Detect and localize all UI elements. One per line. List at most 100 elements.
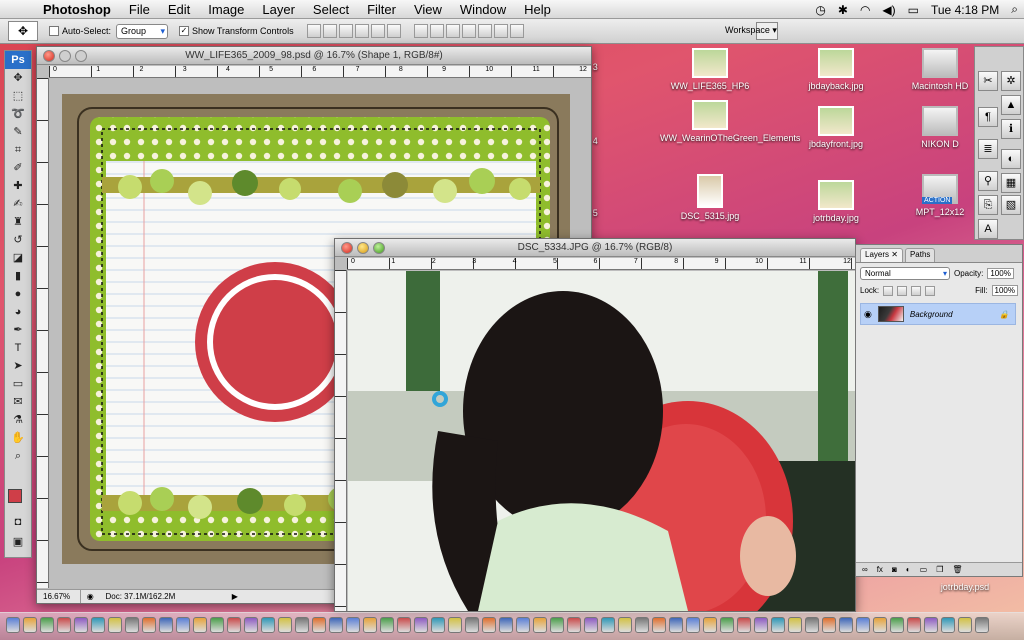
marquee-tool-icon[interactable]: ⬚ xyxy=(5,87,31,105)
brushes-icon[interactable]: ⚲ xyxy=(978,171,998,191)
document-window-photo[interactable]: DSC_5334.JPG @ 16.7% (RGB/8) 01234567891… xyxy=(334,238,856,612)
new-layer-icon[interactable]: ❐ xyxy=(936,563,943,576)
dock-app-icon[interactable] xyxy=(295,617,309,633)
healing-brush-icon[interactable]: ✚ xyxy=(5,177,31,195)
path-select-tool-icon[interactable]: ➤ xyxy=(5,357,31,375)
menu-file[interactable]: File xyxy=(120,0,159,19)
desktop-icon[interactable]: Macintosh HD xyxy=(905,48,975,91)
dock-app-icon[interactable] xyxy=(261,617,275,633)
zoom-window-icon[interactable] xyxy=(75,50,87,62)
dock-app-icon[interactable] xyxy=(380,617,394,633)
dock-app-icon[interactable] xyxy=(482,617,496,633)
status-menu-arrow-icon[interactable]: ▶ xyxy=(232,592,238,601)
dock-app-icon[interactable] xyxy=(142,617,156,633)
dock-app-icon[interactable] xyxy=(516,617,530,633)
dock-app-icon[interactable] xyxy=(159,617,173,633)
move-tool-icon[interactable]: ✥ xyxy=(5,69,31,87)
zoom-level[interactable]: 16.67% xyxy=(37,590,81,603)
dock-app-icon[interactable] xyxy=(91,617,105,633)
dock-app-icon[interactable] xyxy=(584,617,598,633)
dock-app-icon[interactable] xyxy=(363,617,377,633)
dock-app-icon[interactable] xyxy=(397,617,411,633)
show-transform-control[interactable]: ✓ Show Transform Controls xyxy=(179,26,294,37)
menu-filter[interactable]: Filter xyxy=(358,0,405,19)
desktop-icon[interactable]: NIKON D xyxy=(905,106,975,149)
desktop-icon[interactable]: DSC_5315.jpg xyxy=(660,174,760,221)
history-brush-icon[interactable]: ↺ xyxy=(5,231,31,249)
horizontal-ruler[interactable]: 0 1 2 3 4 5 6 7 8 9 10 11 12 xyxy=(49,66,591,78)
hand-tool-icon[interactable]: ✋ xyxy=(5,429,31,447)
dock-app-icon[interactable] xyxy=(227,617,241,633)
tab-paths[interactable]: Paths xyxy=(904,248,936,262)
align-top-icon[interactable] xyxy=(306,24,321,38)
distribute-vcenter-icon[interactable] xyxy=(429,24,444,38)
desktop-icon[interactable]: jotrbday.jpg xyxy=(786,180,886,223)
align-vcenter-icon[interactable] xyxy=(322,24,337,38)
info-icon[interactable]: ℹ xyxy=(1001,119,1021,139)
document-titlebar[interactable]: WW_LIFE365_2009_98.psd @ 16.7% (Shape 1,… xyxy=(37,47,591,65)
show-transform-checkbox[interactable]: ✓ xyxy=(179,26,190,37)
styles-icon[interactable]: ▧ xyxy=(1001,195,1021,215)
menu-edit[interactable]: Edit xyxy=(159,0,199,19)
tab-layers[interactable]: Layers ✕ xyxy=(860,248,903,262)
desktop-icon[interactable]: WW_WearinOTheGreen_Elements xyxy=(660,100,800,143)
dodge-tool-icon[interactable]: ◕ xyxy=(5,303,31,321)
lock-transparency-icon[interactable] xyxy=(883,285,894,296)
dock-app-icon[interactable] xyxy=(839,617,853,633)
volume-icon[interactable]: ◀) xyxy=(882,3,895,17)
move-tool-preset-picker[interactable]: ✥ xyxy=(8,21,38,41)
opacity-field[interactable]: 100% xyxy=(987,268,1014,279)
swatches-icon[interactable]: ▦ xyxy=(1001,173,1021,193)
color-icon[interactable]: ◐ xyxy=(1001,149,1021,169)
dock-app-icon[interactable] xyxy=(601,617,615,633)
dock-app-icon[interactable] xyxy=(873,617,887,633)
paragraph-icon[interactable]: ¶ xyxy=(978,107,998,127)
menu-view[interactable]: View xyxy=(405,0,451,19)
visibility-eye-icon[interactable]: ◉ xyxy=(864,309,872,320)
align-right-icon[interactable] xyxy=(386,24,401,38)
document-titlebar[interactable]: DSC_5334.JPG @ 16.7% (RGB/8) xyxy=(335,239,855,257)
dock-app-icon[interactable] xyxy=(176,617,190,633)
dock-app-icon[interactable] xyxy=(312,617,326,633)
zoom-window-icon[interactable] xyxy=(373,242,385,254)
dock-app-icon[interactable] xyxy=(125,617,139,633)
vertical-ruler[interactable] xyxy=(335,270,347,611)
status-info-icon[interactable]: ◉ xyxy=(83,590,97,603)
dock-app-icon[interactable] xyxy=(431,617,445,633)
layer-row[interactable]: ◉ Background 🔒 xyxy=(860,303,1016,325)
desktop-icon[interactable]: WW_LIFE365_HP6 xyxy=(660,48,760,91)
dock-app-icon[interactable] xyxy=(754,617,768,633)
dock-app-icon[interactable] xyxy=(941,617,955,633)
fill-field[interactable]: 100% xyxy=(991,285,1018,296)
clone-source-icon[interactable]: ⎘ xyxy=(978,195,998,215)
dock-app-icon[interactable] xyxy=(499,617,513,633)
dock-app-icon[interactable] xyxy=(57,617,71,633)
workspace-menu[interactable]: Workspace ▾ xyxy=(725,25,777,36)
desktop-icon[interactable]: jbdayfront.jpg xyxy=(786,106,886,149)
time-machine-icon[interactable]: ◷ xyxy=(815,3,825,17)
minimize-window-icon[interactable] xyxy=(357,242,369,254)
battery-icon[interactable]: ▭ xyxy=(908,3,919,17)
quick-mask-icon[interactable]: ◘ xyxy=(5,513,31,531)
eraser-tool-icon[interactable]: ◪ xyxy=(5,249,31,267)
blend-mode-dropdown[interactable]: Normal xyxy=(860,267,950,280)
menu-layer[interactable]: Layer xyxy=(253,0,304,19)
zoom-tool-icon[interactable]: ⌕ xyxy=(5,447,31,465)
brush-tool-icon[interactable]: ✍ xyxy=(5,195,31,213)
clock[interactable]: Tue 4:18 PM xyxy=(931,3,999,17)
fx-icon[interactable]: fx xyxy=(877,563,883,576)
vertical-ruler[interactable] xyxy=(37,78,49,588)
align-bottom-icon[interactable] xyxy=(338,24,353,38)
dock-app-icon[interactable] xyxy=(278,617,292,633)
mask-icon[interactable]: ◙ xyxy=(892,563,897,576)
dock-app-icon[interactable] xyxy=(686,617,700,633)
dock-app-icon[interactable] xyxy=(108,617,122,633)
tool-presets-icon[interactable]: ✂ xyxy=(978,71,998,91)
photoshop-logo[interactable]: Ps xyxy=(5,51,31,69)
desktop-icon[interactable]: ACTION MPT_12x12 xyxy=(905,174,975,217)
dock-app-icon[interactable] xyxy=(618,617,632,633)
histogram-icon[interactable]: ▲ xyxy=(1001,95,1021,115)
app-menu[interactable]: Photoshop xyxy=(34,0,120,19)
notes-tool-icon[interactable]: ✉ xyxy=(5,393,31,411)
dock-app-icon[interactable] xyxy=(329,617,343,633)
